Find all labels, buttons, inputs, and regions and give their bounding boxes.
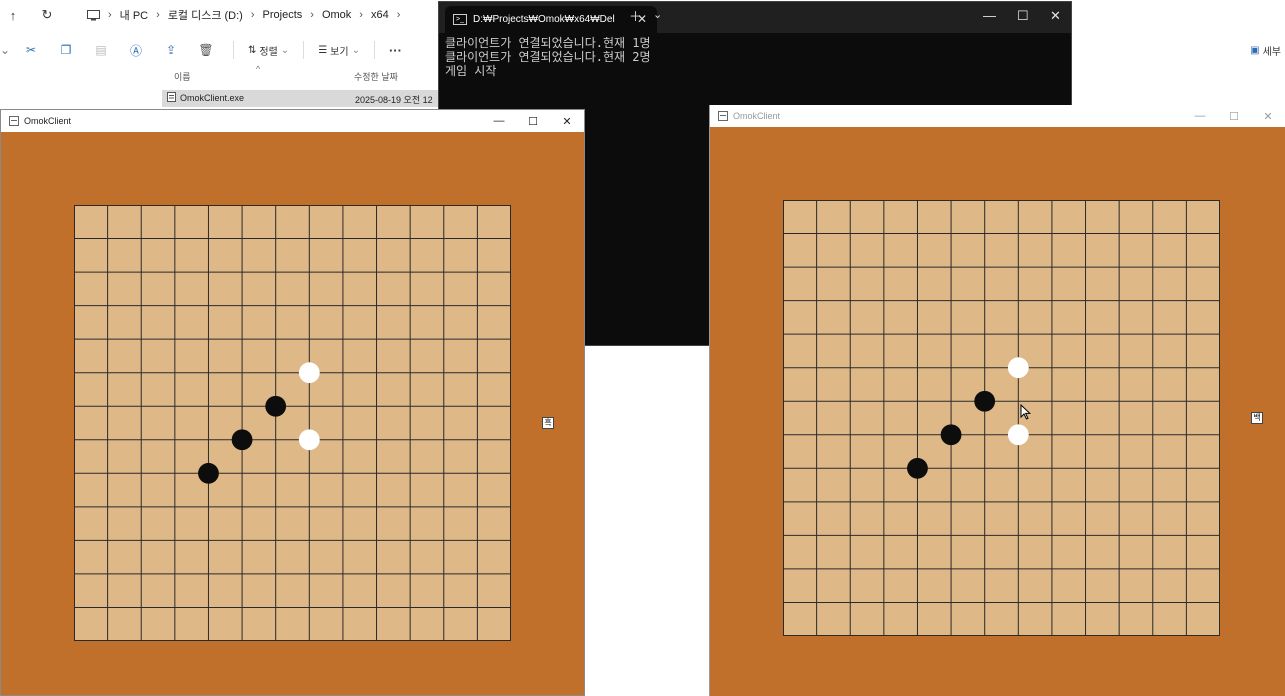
turn-indicator[interactable]: 백: [1251, 412, 1263, 424]
up-arrow-icon[interactable]: ↑: [0, 2, 26, 28]
refresh-icon[interactable]: ↻: [34, 2, 60, 28]
breadcrumb-projects[interactable]: Projects: [257, 9, 309, 21]
chevron-down-icon: ⌄: [351, 44, 360, 56]
console-line: 클라이언트가 연결되었습니다.현재 2명: [445, 50, 651, 64]
sort-ascending-icon: ^: [256, 64, 261, 74]
chevron-right-icon: ›: [396, 9, 401, 21]
black-stone: [198, 462, 219, 484]
delete-icon[interactable]: 🗑: [192, 38, 220, 62]
black-stone: [974, 390, 996, 412]
minimize-icon[interactable]: —: [482, 110, 516, 132]
board-grid: [74, 205, 511, 641]
more-options-button[interactable]: ···: [381, 43, 410, 58]
window-title: OmokClient: [733, 111, 781, 121]
console-tab-title: D:₩Projects₩Omok₩x64₩Del: [473, 14, 615, 25]
black-stone: [940, 424, 962, 446]
toolbar-divider: [373, 41, 375, 59]
details-pane-icon: ▣: [1250, 45, 1260, 56]
minimize-icon[interactable]: —: [983, 8, 996, 23]
sort-label: 정렬: [259, 46, 278, 58]
view-button[interactable]: ☰ 보기 ⌄: [310, 43, 368, 58]
view-icon: ☰: [318, 44, 328, 56]
omok-titlebar: OmokClient — ☐ ✕: [710, 105, 1285, 127]
terminal-icon: >_: [453, 14, 467, 25]
maximize-icon[interactable]: ☐: [516, 110, 550, 132]
cut-icon[interactable]: ✂: [17, 38, 45, 62]
view-label: 보기: [330, 46, 349, 58]
chevron-right-icon: ›: [156, 9, 160, 21]
details-label: 세부: [1262, 47, 1281, 58]
omok-board[interactable]: [74, 205, 511, 641]
window-controls: — ☐ ✕: [482, 110, 584, 132]
chevron-right-icon: ›: [250, 9, 255, 21]
rename-icon[interactable]: Ⓐ: [122, 38, 150, 62]
omok-titlebar: OmokClient — ☐ ✕: [1, 110, 584, 132]
black-stone: [907, 457, 928, 479]
executable-icon: [167, 92, 176, 104]
app-icon: [718, 111, 728, 121]
window-title: OmokClient: [24, 116, 72, 126]
console-line: 클라이언트가 연결되었습니다.현재 1명: [445, 36, 651, 50]
copy-icon[interactable]: ❐: [52, 38, 80, 62]
breadcrumb-mypc[interactable]: 내 PC: [114, 7, 154, 23]
details-pane-button[interactable]: ▣ 세부: [1250, 43, 1281, 58]
chevron-right-icon: ›: [310, 9, 314, 21]
console-tab[interactable]: >_ D:₩Projects₩Omok₩x64₩Del ✕: [445, 6, 657, 33]
share-icon[interactable]: ⇪: [157, 38, 185, 62]
board-grid: [783, 200, 1220, 636]
close-icon[interactable]: ✕: [1251, 105, 1285, 127]
breadcrumb-omok[interactable]: Omok: [316, 9, 357, 21]
console-output: 클라이언트가 연결되었습니다.현재 1명 클라이언트가 연결되었습니다.현재 2명…: [445, 36, 651, 78]
file-modified: 2025-08-19 오전 12: [355, 95, 433, 105]
white-stone: [298, 429, 320, 451]
file-row[interactable]: OmokClient.exe 2025-08-19 오전 12: [162, 90, 452, 107]
omok-board[interactable]: [783, 200, 1220, 636]
console-line: 게임 시작: [445, 64, 497, 78]
sort-icon: ⇅: [248, 44, 257, 56]
black-stone: [231, 429, 253, 451]
paste-icon[interactable]: ▤: [87, 38, 115, 62]
chevron-right-icon: ›: [359, 9, 363, 21]
black-stone: [265, 395, 287, 417]
chevron-down-icon: ⌄: [280, 44, 290, 56]
window-controls: — ☐ ✕: [1183, 105, 1285, 127]
maximize-icon[interactable]: ☐: [1217, 105, 1251, 127]
omok-client-window-left: OmokClient — ☐ ✕ 흑: [0, 109, 585, 696]
app-icon: [9, 116, 19, 126]
white-stone: [1007, 357, 1029, 379]
column-name-header[interactable]: 이름: [174, 70, 191, 83]
turn-indicator[interactable]: 흑: [542, 417, 554, 429]
mouse-pointer-icon: [1020, 404, 1032, 420]
breadcrumb-drive[interactable]: 로컬 디스크 (D:): [162, 7, 249, 23]
new-tab-icon[interactable]: ＋: [629, 6, 642, 25]
chevron-right-icon: ›: [108, 9, 112, 21]
column-modified-header[interactable]: 수정한 날짜: [354, 70, 398, 83]
column-headers: 이름 ^ 수정한 날짜: [166, 64, 466, 84]
white-stone: [1007, 424, 1029, 446]
monitor-icon[interactable]: [80, 2, 106, 28]
file-name: OmokClient.exe: [180, 93, 245, 103]
breadcrumb-x64[interactable]: x64: [365, 9, 395, 21]
white-stone: [298, 362, 320, 384]
minimize-icon[interactable]: —: [1183, 105, 1217, 127]
omok-client-window-right: OmokClient — ☐ ✕ 백: [709, 105, 1285, 696]
toolbar-divider: [233, 41, 234, 59]
close-icon[interactable]: ✕: [1050, 8, 1061, 24]
console-titlebar: >_ D:₩Projects₩Omok₩x64₩Del ✕ ＋ ⌄ — ☐ ✕: [439, 2, 1071, 33]
chevron-down-icon[interactable]: ⌄: [653, 8, 662, 21]
chevron-down-icon[interactable]: ⌄: [0, 38, 10, 62]
maximize-icon[interactable]: ☐: [1017, 8, 1029, 24]
sort-button[interactable]: ⇅ 정렬 ⌄: [240, 43, 297, 58]
close-icon[interactable]: ✕: [550, 110, 584, 132]
toolbar-divider: [303, 41, 305, 59]
